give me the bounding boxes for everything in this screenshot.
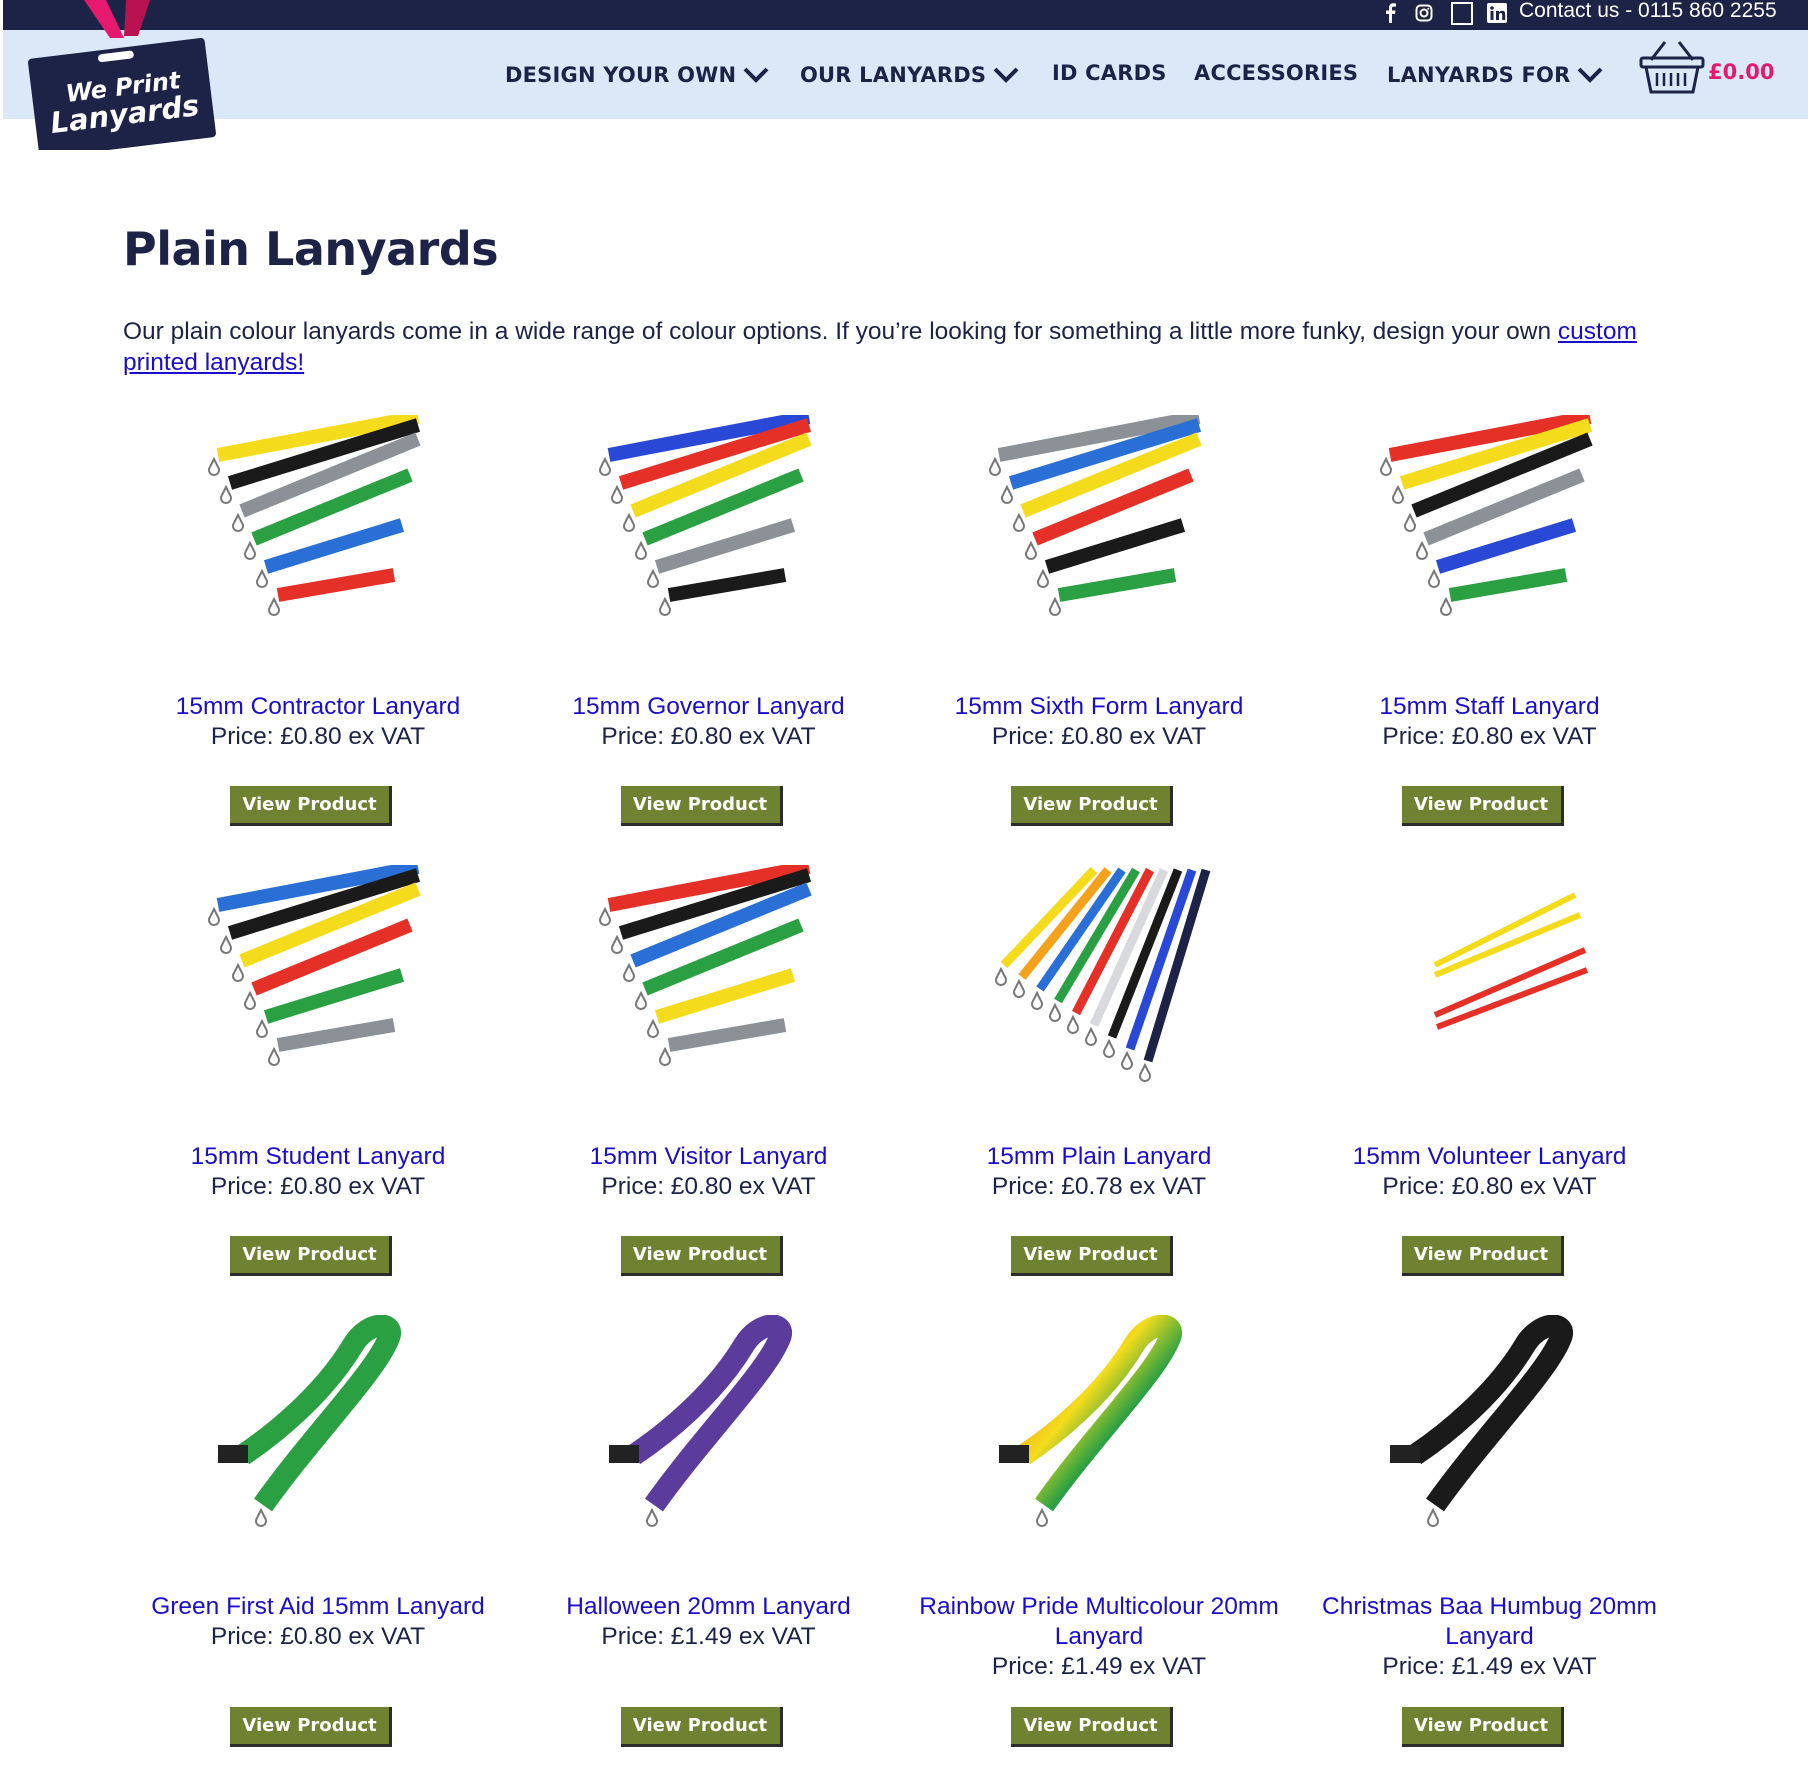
product-title-link[interactable]: Green First Aid 15mm Lanyard: [123, 1592, 513, 1622]
nav-accessories-label: ACCESSORIES: [1194, 61, 1359, 85]
view-product-button[interactable]: View Product: [1011, 786, 1173, 826]
product-image[interactable]: [984, 865, 1214, 1095]
lanyard-image: [989, 410, 1202, 616]
chevron-down-icon: [1578, 67, 1603, 83]
product-price: Price: £0.80 ex VAT: [210, 1623, 426, 1650]
product-image[interactable]: [984, 410, 1214, 645]
product-price: Price: £0.78 ex VAT: [991, 1173, 1207, 1200]
product-image[interactable]: [594, 860, 824, 1095]
cart-total[interactable]: £0.00: [1708, 60, 1774, 84]
product-image[interactable]: [1375, 865, 1605, 1095]
lanyard-image: [208, 410, 421, 616]
product-image[interactable]: [594, 1314, 824, 1545]
product-card: 15mm Student Lanyard Price: £0.80 ex VAT…: [123, 860, 514, 1315]
nav-our-lanyards-label: OUR LANYARDS: [800, 63, 987, 87]
lanyard-image: [208, 860, 421, 1066]
product-card: 15mm Plain Lanyard Price: £0.78 ex VAT V…: [904, 865, 1295, 1315]
product-price: Price: £1.49 ex VAT: [1382, 1653, 1597, 1680]
facebook-icon[interactable]: [1383, 1, 1397, 25]
view-product-button[interactable]: View Product: [230, 1707, 392, 1747]
we-print-lanyards-logo[interactable]: We Print Lanyards: [26, 0, 216, 150]
product-card: 15mm Volunteer Lanyard Price: £0.80 ex V…: [1295, 865, 1686, 1315]
nav-design-your-own-label: DESIGN YOUR OWN: [505, 63, 737, 87]
view-product-button[interactable]: View Product: [1401, 786, 1564, 826]
product-price: Price: £0.80 ex VAT: [601, 1173, 816, 1200]
nav-our-lanyards[interactable]: OUR LANYARDS: [800, 60, 1020, 90]
nav-lanyards-for-label: LANYARDS FOR: [1387, 63, 1571, 87]
view-product-button[interactable]: View Product: [620, 1707, 783, 1747]
lanyard-image: [598, 860, 812, 1066]
product-title-link[interactable]: 15mm Plain Lanyard: [904, 1142, 1294, 1172]
product-image[interactable]: [1375, 1314, 1605, 1545]
view-product-button[interactable]: View Product: [1011, 1236, 1173, 1276]
product-card: 15mm Sixth Form Lanyard Price: £0.80 ex …: [904, 410, 1295, 865]
nav-lanyards-for[interactable]: LANYARDS FOR: [1387, 60, 1604, 90]
product-image[interactable]: [203, 1314, 433, 1545]
product-card: Halloween 20mm Lanyard Price: £1.49 ex V…: [514, 1314, 905, 1765]
intro-paragraph: Our plain colour lanyards come in a wide…: [123, 316, 1683, 378]
lanyard-image: [1389, 1314, 1573, 1527]
contact-link[interactable]: Contact us - 0115 860 2255: [1519, 0, 1777, 22]
blank-icon[interactable]: [1451, 1, 1473, 25]
product-price: Price: £0.80 ex VAT: [1382, 1173, 1597, 1200]
product-card: 15mm Visitor Lanyard Price: £0.80 ex VAT…: [514, 860, 905, 1315]
instagram-icon[interactable]: [1415, 1, 1433, 25]
product-image[interactable]: [203, 860, 433, 1095]
product-title-link[interactable]: Halloween 20mm Lanyard: [514, 1592, 904, 1622]
view-product-button[interactable]: View Product: [230, 1236, 392, 1276]
lanyard-image: [999, 1314, 1182, 1527]
product-card: 15mm Staff Lanyard Price: £0.80 ex VAT V…: [1295, 410, 1686, 865]
view-product-button[interactable]: View Product: [1401, 1236, 1564, 1276]
product-price: Price: £0.80 ex VAT: [1382, 723, 1597, 750]
lanyard-image: [1379, 410, 1593, 616]
product-title-link[interactable]: 15mm Visitor Lanyard: [514, 1142, 904, 1172]
top-bar: Contact us - 0115 860 2255: [3, 0, 1808, 30]
view-product-button[interactable]: View Product: [620, 1236, 783, 1276]
nav-id-cards-label: ID CARDS: [1052, 61, 1167, 85]
product-price: Price: £0.80 ex VAT: [210, 723, 426, 750]
product-price: Price: £0.80 ex VAT: [601, 723, 816, 750]
main-navigation: DESIGN YOUR OWN OUR LANYARDS ID CARDS AC…: [3, 30, 1808, 119]
product-title-link[interactable]: 15mm Sixth Form Lanyard: [904, 692, 1294, 722]
product-title-link[interactable]: 15mm Governor Lanyard: [514, 692, 904, 722]
product-grid: 15mm Contractor Lanyard Price: £0.80 ex …: [123, 410, 1686, 1765]
nav-id-cards[interactable]: ID CARDS: [1052, 58, 1167, 88]
product-title-link[interactable]: Rainbow Pride Multicolour 20mm Lanyard: [904, 1592, 1294, 1652]
product-image[interactable]: [594, 410, 824, 645]
nav-design-your-own[interactable]: DESIGN YOUR OWN: [505, 60, 770, 90]
view-product-button[interactable]: View Product: [1011, 1707, 1173, 1747]
product-price: Price: £1.49 ex VAT: [991, 1653, 1207, 1680]
product-price: Price: £1.49 ex VAT: [601, 1623, 816, 1650]
product-card: Green First Aid 15mm Lanyard Price: £0.8…: [123, 1314, 514, 1765]
lanyard-image: [608, 1314, 792, 1527]
view-product-button[interactable]: View Product: [230, 786, 392, 826]
product-image[interactable]: [1375, 410, 1605, 645]
intro-text: Our plain colour lanyards come in a wide…: [123, 318, 1558, 345]
lanyard-image: [218, 1314, 401, 1527]
product-title-link[interactable]: 15mm Contractor Lanyard: [123, 692, 513, 722]
product-card: Christmas Baa Humbug 20mm Lanyard Price:…: [1295, 1314, 1686, 1765]
basket-icon[interactable]: [1639, 38, 1705, 96]
product-card: Rainbow Pride Multicolour 20mm Lanyard P…: [904, 1314, 1295, 1765]
lanyard-image: [1433, 892, 1588, 1030]
product-title-link[interactable]: 15mm Volunteer Lanyard: [1295, 1142, 1685, 1172]
product-price: Price: £0.80 ex VAT: [991, 723, 1207, 750]
product-card: 15mm Contractor Lanyard Price: £0.80 ex …: [123, 410, 514, 865]
product-price: Price: £0.80 ex VAT: [210, 1173, 426, 1200]
product-title-link[interactable]: 15mm Staff Lanyard: [1295, 692, 1685, 722]
page-title: Plain Lanyards: [123, 222, 499, 276]
product-image[interactable]: [984, 1314, 1214, 1545]
nav-accessories[interactable]: ACCESSORIES: [1194, 58, 1358, 88]
lanyard-image: [995, 866, 1211, 1082]
product-title-link[interactable]: 15mm Student Lanyard: [123, 1142, 513, 1172]
product-card: 15mm Governor Lanyard Price: £0.80 ex VA…: [514, 410, 905, 865]
view-product-button[interactable]: View Product: [620, 786, 783, 826]
product-title-link[interactable]: Christmas Baa Humbug 20mm Lanyard: [1295, 1592, 1685, 1652]
view-product-button[interactable]: View Product: [1401, 1707, 1564, 1747]
chevron-down-icon: [743, 67, 769, 83]
linkedin-icon[interactable]: [1487, 1, 1507, 25]
lanyard-image: [598, 410, 812, 616]
chevron-down-icon: [993, 67, 1019, 83]
product-image[interactable]: [203, 410, 433, 645]
